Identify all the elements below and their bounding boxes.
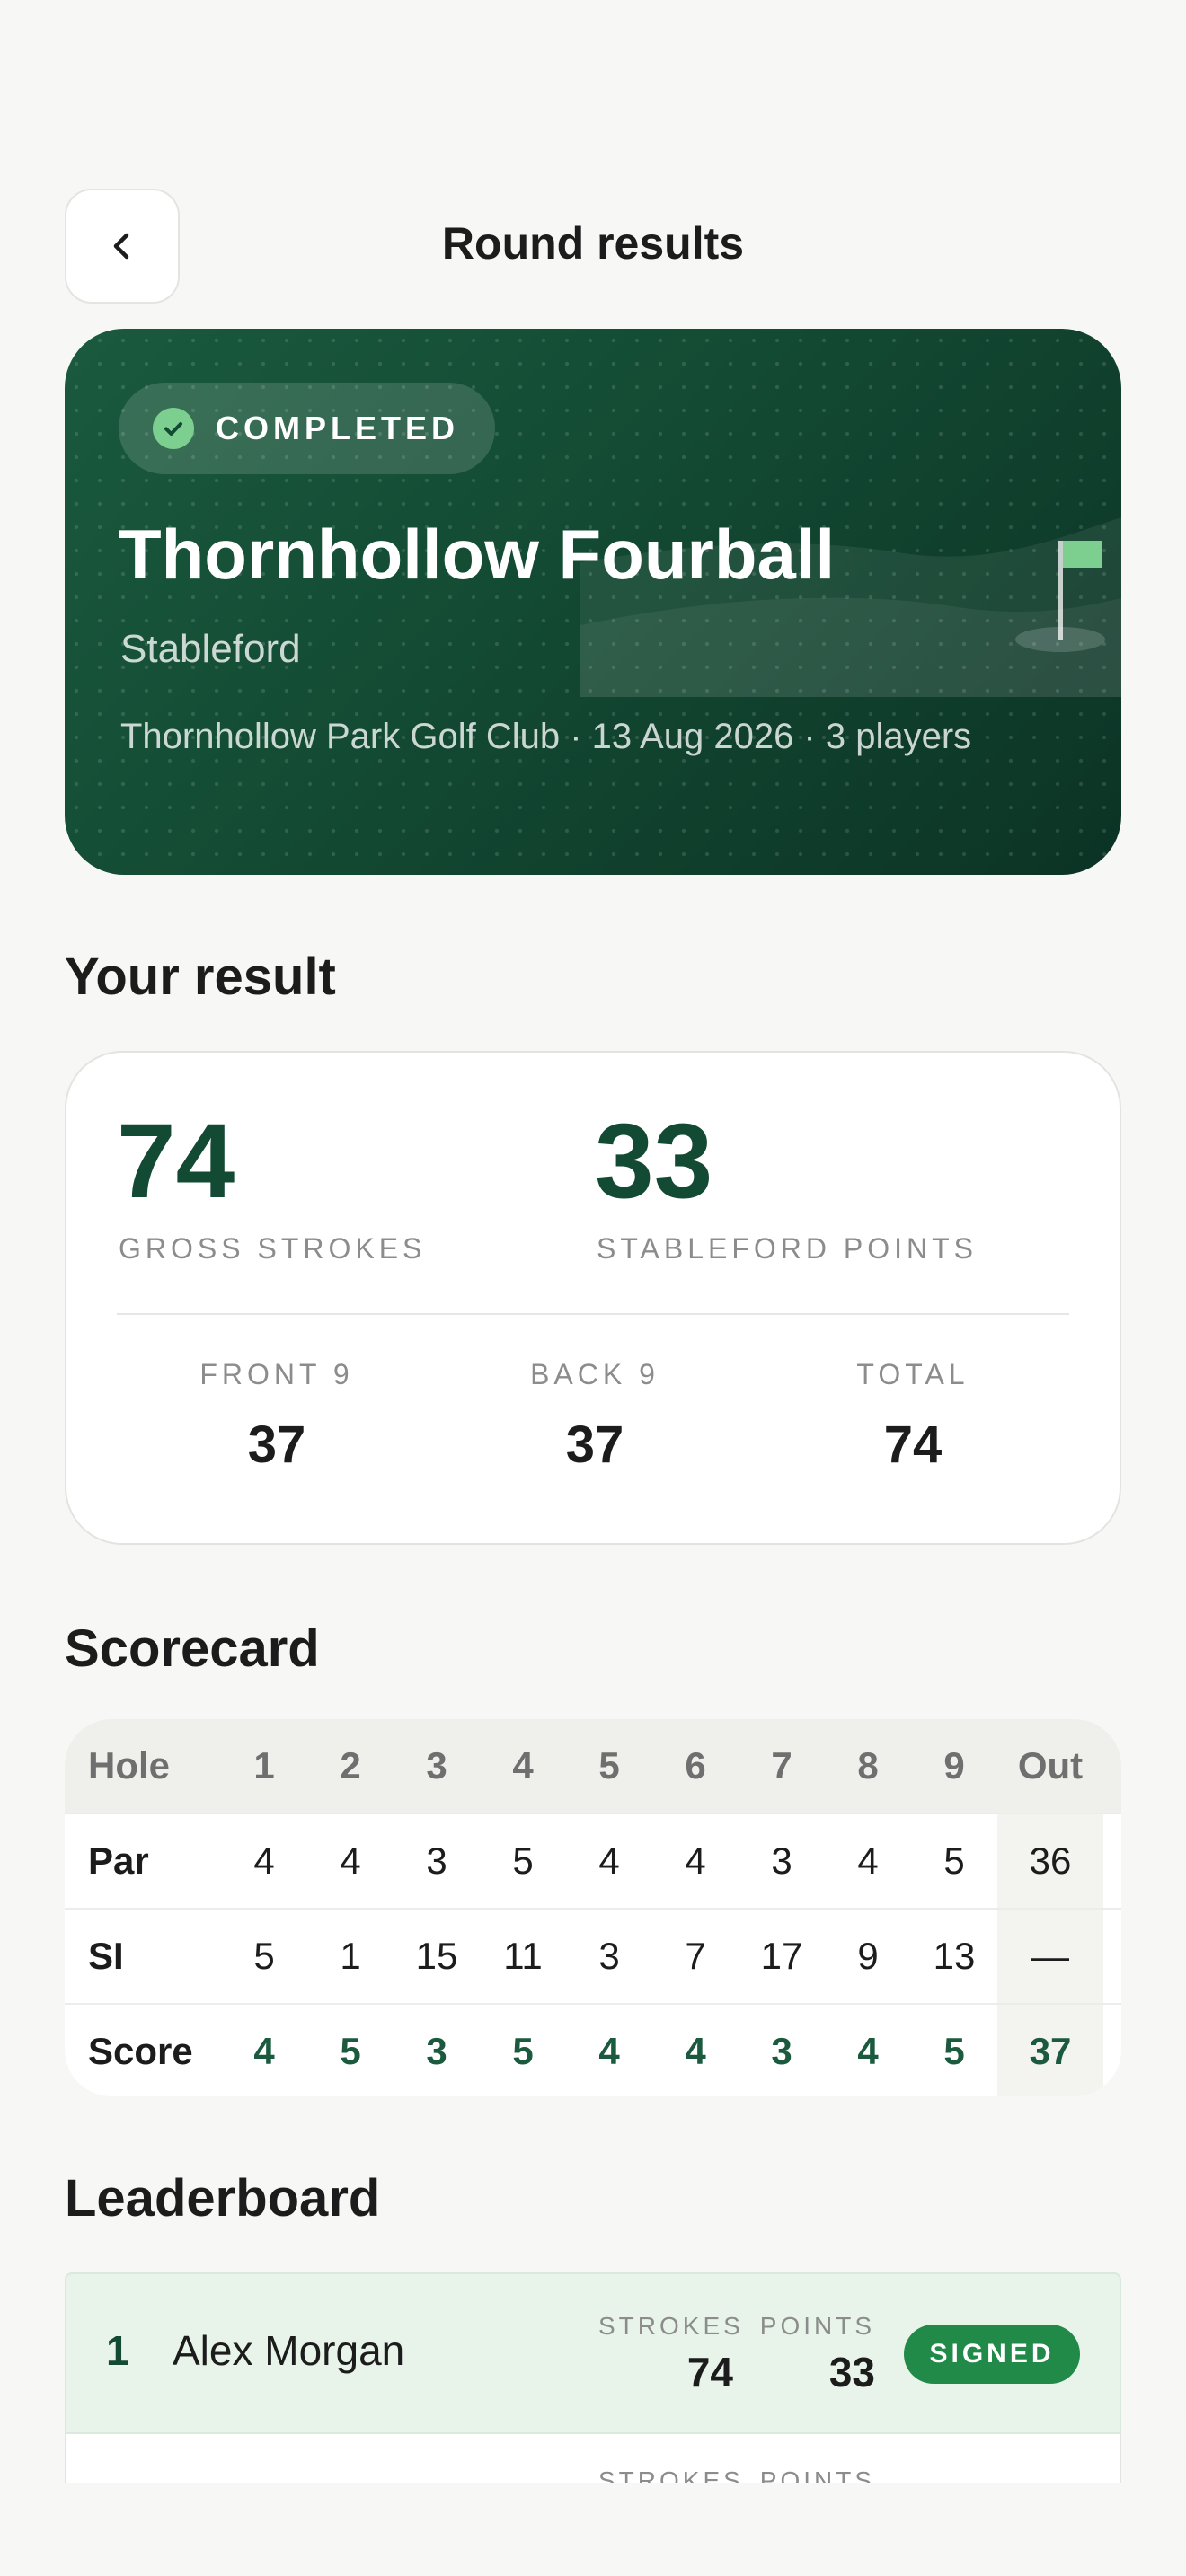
front-nine: FRONT 9 37: [142, 1358, 412, 1475]
header-cell: 2: [307, 1719, 394, 1813]
table-cell: 4: [825, 1813, 911, 1909]
par-row: Par 4 4 3 5 4 4 3 4 5 36: [65, 1813, 1121, 1909]
points-value: 33: [828, 2349, 875, 2395]
round-meta: Thornhollow Park Golf Club · 13 Aug 2026…: [120, 717, 972, 756]
stableford-points-value: 33: [595, 1102, 713, 1221]
table-cell: 3: [394, 1813, 480, 1909]
header-cell: 1: [221, 1719, 307, 1813]
table-cell: 5: [911, 1813, 997, 1909]
table-cell: 3: [739, 1813, 825, 1909]
header-cell: 9: [911, 1719, 997, 1813]
table-cell: 4: [307, 1813, 394, 1909]
round-format: Stableford: [120, 627, 301, 671]
header-cell: 6: [652, 1719, 739, 1813]
player-rank: 1: [106, 2327, 129, 2374]
player-name: Alex Morgan: [173, 2327, 405, 2374]
table-cell: 4: [825, 2003, 911, 2096]
front-nine-label: FRONT 9: [199, 1358, 354, 1390]
leaderboard-list: 1 Alex Morgan STROKES 74 POINTS 33 SIGNE…: [65, 2272, 1121, 2483]
table-cell: 15: [394, 1908, 480, 2004]
table-cell: [1103, 2003, 1121, 2096]
scorecard-heading: Scorecard: [65, 1619, 320, 1678]
table-cell: 5: [480, 2003, 566, 2096]
table-cell: 1: [307, 1908, 394, 2004]
round-title: Thornhollow Fourball: [119, 515, 836, 594]
header-cell: Hole: [65, 1719, 221, 1813]
stableford-points-label: STABLEFORD POINTS: [597, 1232, 978, 1265]
row-label: Par: [65, 1813, 221, 1909]
table-cell: 5: [480, 1813, 566, 1909]
table-cell: 5: [221, 1908, 307, 2004]
table-cell: 3: [739, 2003, 825, 2096]
score-row: Score 4 5 3 5 4 4 3 4 5 37: [65, 2003, 1121, 2096]
table-cell: 4: [566, 2003, 652, 2096]
page-title: Round results: [441, 218, 745, 269]
header-cell: 1: [1103, 1719, 1121, 1813]
leaderboard-heading: Leaderboard: [65, 2169, 381, 2228]
strokes-label: STROKES: [598, 2312, 744, 2340]
back-nine-label: BACK 9: [530, 1358, 659, 1390]
table-cell: [1103, 1813, 1121, 1909]
si-row: SI 5 1 15 11 3 7 17 9 13 —: [65, 1908, 1121, 2004]
table-cell: 5: [307, 2003, 394, 2096]
front-nine-value: 37: [247, 1416, 306, 1474]
leaderboard-row[interactable]: 1 Alex Morgan STROKES 74 POINTS 33 SIGNE…: [65, 2272, 1121, 2434]
status-badge-label: COMPLETED: [216, 410, 460, 446]
table-cell: 17: [739, 1908, 825, 2004]
result-divider: [117, 1313, 1069, 1315]
points-label: POINTS: [759, 2466, 875, 2483]
table-cell: 13: [911, 1908, 997, 2004]
result-card: 74 GROSS STROKES 33 STABLEFORD POINTS FR…: [65, 1051, 1121, 1545]
table-cell: 4: [652, 2003, 739, 2096]
strokes-label: STROKES: [598, 2466, 744, 2483]
gross-strokes-value: 74: [117, 1102, 235, 1221]
header-cell: 8: [825, 1719, 911, 1813]
table-cell-out: 37: [997, 2003, 1103, 2096]
strokes-value: 74: [686, 2349, 733, 2395]
back-nine: BACK 9 37: [460, 1358, 730, 1475]
table-cell: [1103, 1908, 1121, 2004]
header-cell-out: Out: [997, 1719, 1103, 1813]
signed-badge: SIGNED: [904, 2325, 1080, 2384]
table-cell-out: —: [997, 1908, 1103, 2004]
header-cell: 7: [739, 1719, 825, 1813]
header-cell: 4: [480, 1719, 566, 1813]
header-cell: 5: [566, 1719, 652, 1813]
back-nine-value: 37: [565, 1416, 624, 1474]
your-result-heading: Your result: [65, 948, 336, 1006]
table-cell: 3: [394, 2003, 480, 2096]
round-results-screen: Round results COMPLETED Thornhollow Four…: [0, 0, 1186, 2576]
points-label: POINTS: [759, 2312, 875, 2340]
scorecard-header-row: Hole 1 2 3 4 5 6 7 8 9 Out 1: [65, 1719, 1121, 1813]
table-cell: 4: [652, 1813, 739, 1909]
row-label: SI: [65, 1908, 221, 2004]
total: TOTAL 74: [778, 1358, 1048, 1475]
table-cell: 3: [566, 1908, 652, 2004]
row-label: Score: [65, 2003, 221, 2096]
table-cell-out: 36: [997, 1813, 1103, 1909]
table-cell: 4: [221, 1813, 307, 1909]
table-cell: 9: [825, 1908, 911, 2004]
total-value: 74: [883, 1416, 943, 1474]
check-circle-icon: [153, 408, 194, 449]
table-cell: 7: [652, 1908, 739, 2004]
scorecard-table: Hole 1 2 3 4 5 6 7 8 9 Out 1 Par 4 4 3 5…: [65, 1719, 1121, 2096]
scorecard-table-scroller[interactable]: Hole 1 2 3 4 5 6 7 8 9 Out 1 Par 4 4 3 5…: [65, 1719, 1121, 2096]
status-badge: COMPLETED: [119, 383, 496, 474]
header-cell: 3: [394, 1719, 480, 1813]
leaderboard-row[interactable]: STROKES POINTS: [65, 2434, 1121, 2483]
table-cell: 4: [221, 2003, 307, 2096]
gross-strokes-label: GROSS STROKES: [119, 1232, 427, 1265]
table-cell: 11: [480, 1908, 566, 2004]
total-label: TOTAL: [856, 1358, 969, 1390]
round-hero-card: COMPLETED Thornhollow Fourball Stablefor…: [65, 329, 1121, 875]
table-cell: 4: [566, 1813, 652, 1909]
table-cell: 5: [911, 2003, 997, 2096]
